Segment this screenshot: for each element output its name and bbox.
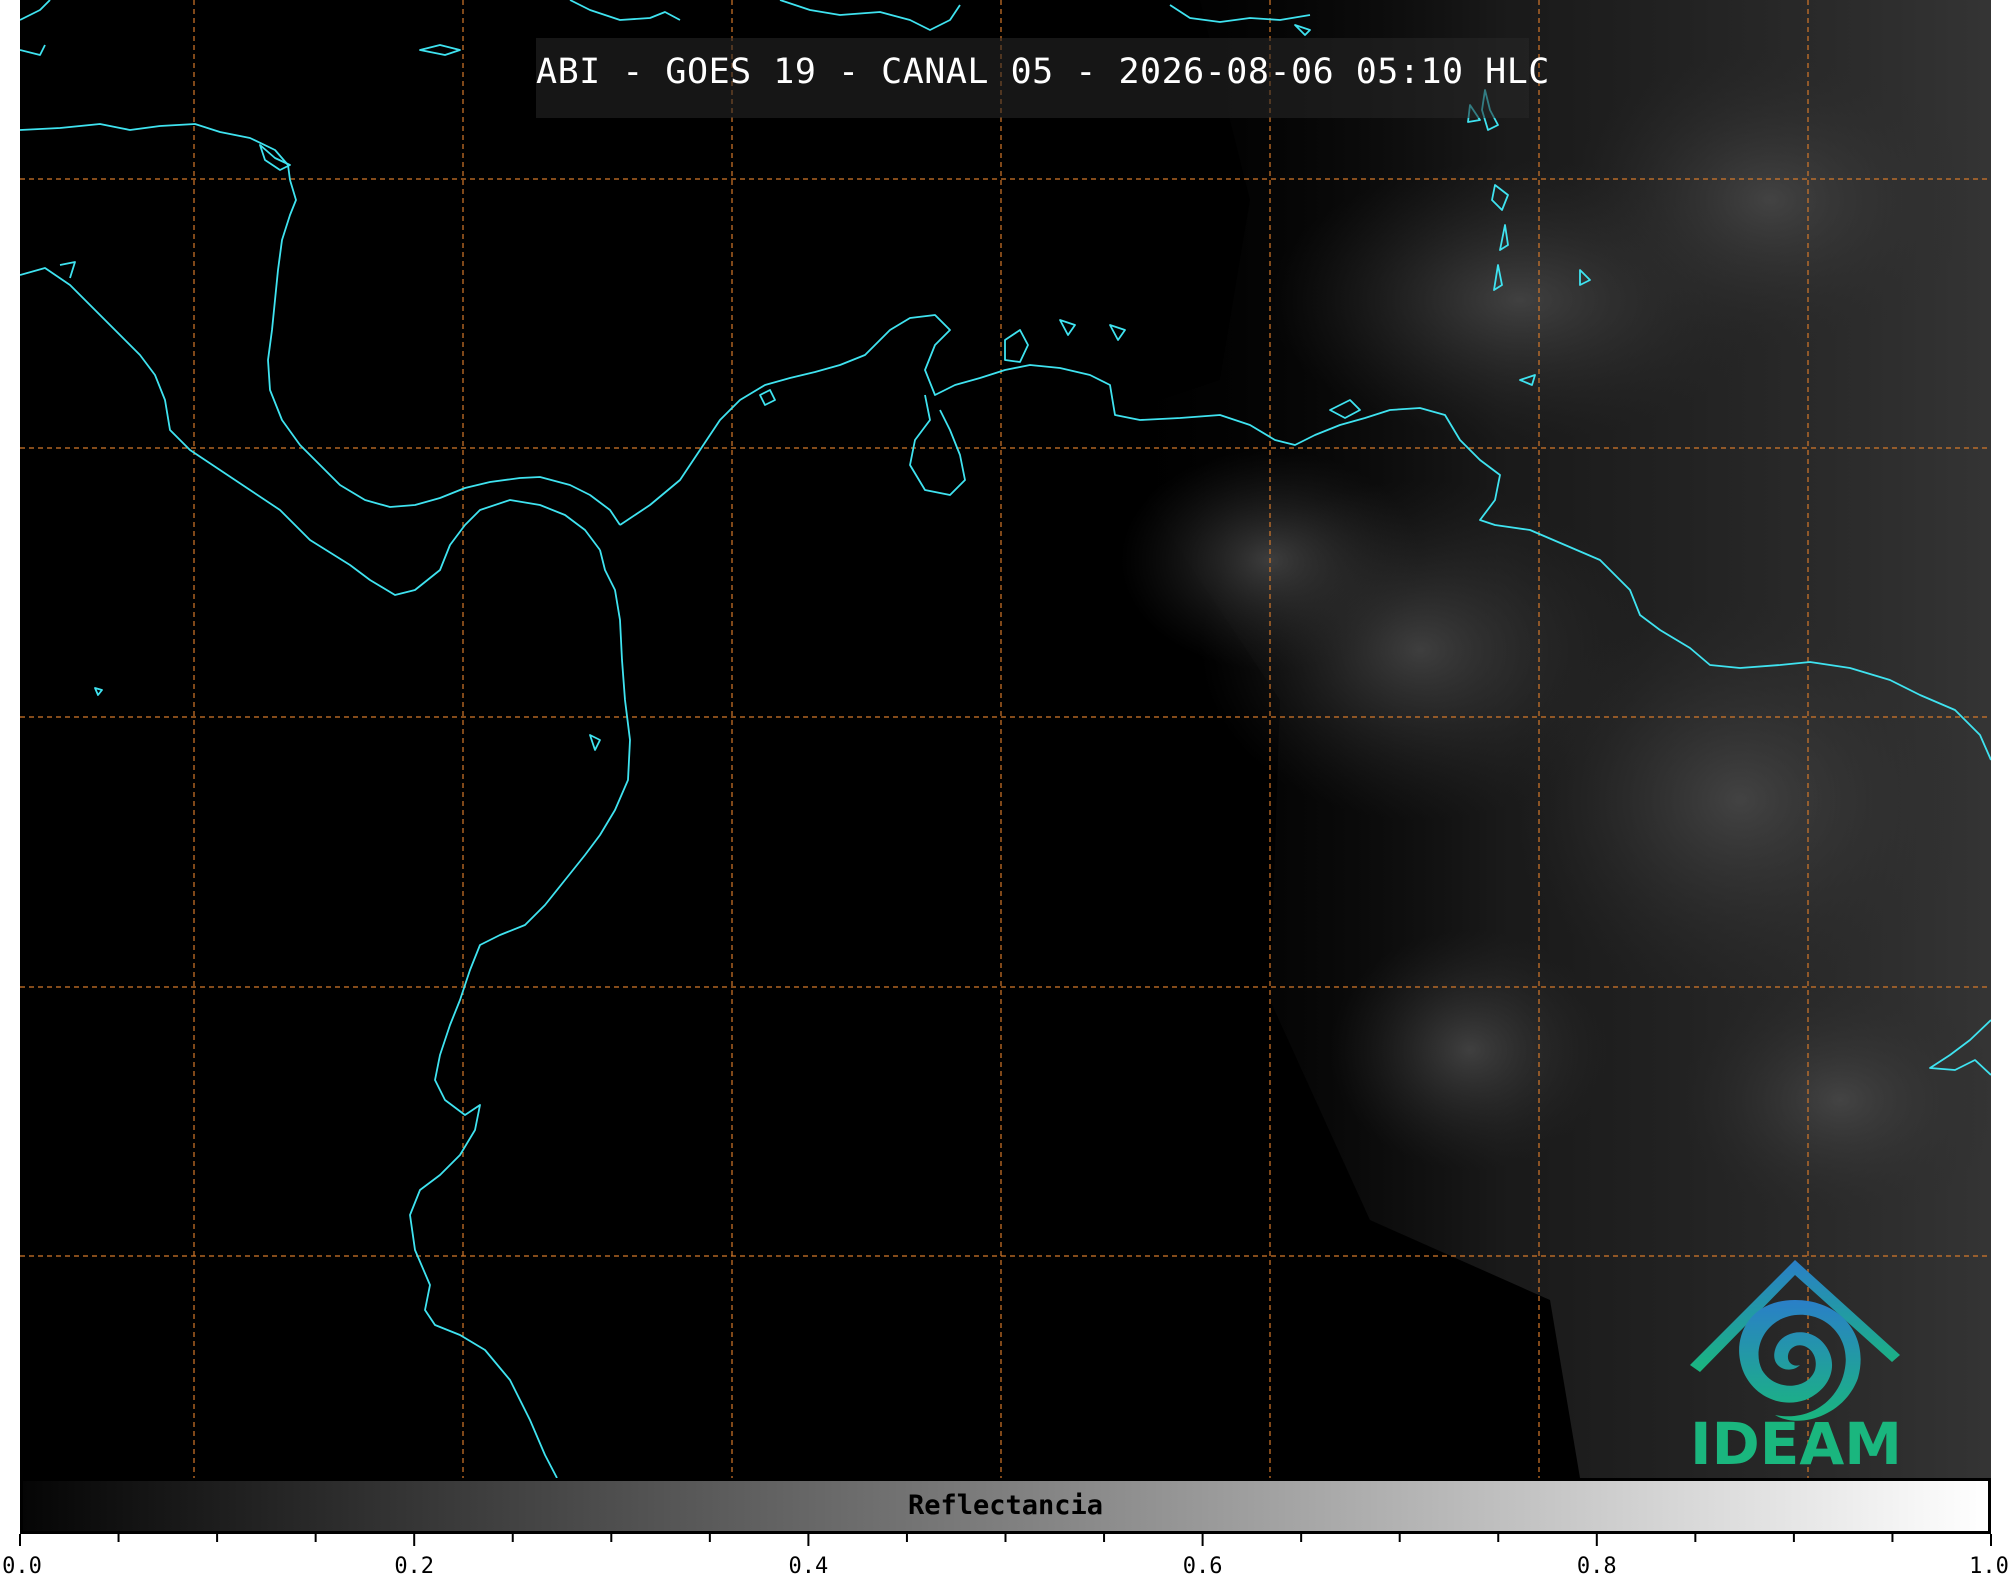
satellite-image-view: { "title": "ABI - GOES 19 - CANAL 05 - 2…: [0, 0, 2011, 1577]
colorbar-tick-label: 0.0: [2, 1554, 42, 1577]
satellite-map[interactable]: [20, 0, 1991, 1478]
map-title: ABI - GOES 19 - CANAL 05 - 2026-08-06 05…: [536, 52, 1550, 92]
logo-text: IDEAM: [1690, 1410, 1902, 1478]
colorbar-tick-label: 0.4: [788, 1554, 829, 1577]
colorbar-tick-label: 0.6: [1182, 1554, 1223, 1577]
colorbar-ticks: [19, 1534, 1992, 1546]
colorbar-tick-label: 1.0: [1969, 1554, 2009, 1577]
colorbar-label: Reflectancia: [907, 1490, 1104, 1521]
colorbar-tick-label: 0.2: [394, 1554, 435, 1577]
colorbar-tick-label: 0.8: [1576, 1554, 1617, 1577]
